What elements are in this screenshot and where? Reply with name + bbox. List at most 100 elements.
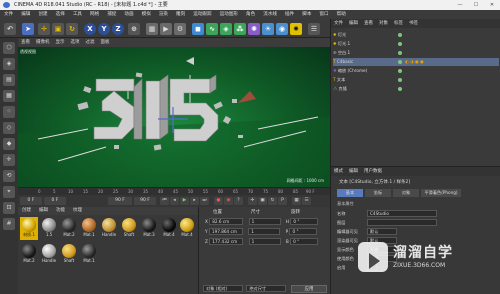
cube-icon[interactable]: ◼ <box>192 23 204 35</box>
workplane-icon[interactable]: ▦ <box>3 90 15 102</box>
make-editable-icon[interactable]: ⬡ <box>3 42 15 54</box>
coordinate-mode-select[interactable]: 对象 (相对) <box>203 285 243 292</box>
visibility-dot[interactable] <box>398 42 402 46</box>
viewport-menu-item[interactable]: 查看 <box>18 40 33 45</box>
deformer-icon[interactable]: ✺ <box>248 23 260 35</box>
size-mode-select[interactable]: 绝对尺寸 <box>246 285 287 292</box>
scale-key-icon[interactable]: ▣ <box>258 197 267 205</box>
lock-icon[interactable]: ⊡ <box>3 202 15 214</box>
menu-item[interactable]: 角色 <box>242 10 259 19</box>
menu-item[interactable]: 渲染 <box>155 10 172 19</box>
render-settings-icon[interactable]: ⚙ <box>174 23 186 35</box>
material-swatch[interactable]: Mat.1 <box>80 243 98 266</box>
material-swatch[interactable]: Mat.2 <box>60 217 78 240</box>
position-z-field[interactable]: 177.432 cm <box>209 238 244 245</box>
position-key-icon[interactable]: ✛ <box>248 197 257 205</box>
size-z-field[interactable]: 1 <box>248 238 281 245</box>
object-row[interactable]: ✹ 灯光 <box>333 31 499 39</box>
go-end-icon[interactable]: ⏭ <box>200 197 209 205</box>
viewport-menu-item[interactable]: 显示 <box>53 40 68 45</box>
array-icon[interactable]: ⁂ <box>234 23 246 35</box>
tweak-icon[interactable]: ⟲ <box>3 170 15 182</box>
viewport-menu-item[interactable]: 选项 <box>68 40 83 45</box>
y-axis-button[interactable]: Y <box>98 23 110 35</box>
material-swatch[interactable]: 1.5 <box>40 217 58 240</box>
preview-end-field[interactable]: 90 F <box>134 197 156 205</box>
menu-item[interactable]: 选择 <box>52 10 69 19</box>
minimize-button[interactable]: — <box>452 0 468 10</box>
material-swatch[interactable]: Handle <box>40 243 58 266</box>
viewport-menu-item[interactable]: 面板 <box>98 40 113 45</box>
name-field[interactable]: C4Studio <box>367 210 437 217</box>
menu-item[interactable]: 文件 <box>0 10 17 19</box>
menu-item[interactable]: 模拟 <box>138 10 155 19</box>
model-mode-icon[interactable]: ◈ <box>3 58 15 70</box>
perspective-viewport[interactable]: 透视视图 网格间距: 1000 cm <box>18 47 330 187</box>
attribute-menu-item[interactable]: 模式 <box>331 169 346 174</box>
render-region-icon[interactable]: ▦ <box>146 23 158 35</box>
visibility-dot[interactable] <box>398 33 402 37</box>
spline-icon[interactable]: ∿ <box>206 23 218 35</box>
object-row-selected[interactable]: T C4basic ◐ ◑ ● ● <box>333 58 499 66</box>
axis-mode-icon[interactable]: ✛ <box>3 154 15 166</box>
menu-item[interactable]: 运动跟踪 <box>189 10 215 19</box>
size-x-field[interactable]: 1 <box>248 218 281 225</box>
material-swatch[interactable]: Shaft <box>60 243 78 266</box>
material-swatch[interactable]: 材质.1 <box>20 217 38 240</box>
menu-item[interactable]: 运动图形 <box>216 10 242 19</box>
pla-key-icon[interactable]: ▦ <box>292 197 301 205</box>
menu-item[interactable]: 帮助 <box>333 10 350 19</box>
menu-item[interactable]: 流水线 <box>259 10 281 19</box>
menu-item[interactable]: 动画 <box>120 10 137 19</box>
tab-coord[interactable]: 坐标 <box>365 189 391 197</box>
layer-field[interactable] <box>367 219 437 226</box>
menu-item[interactable]: 网格 <box>86 10 103 19</box>
menu-item[interactable]: 插件 <box>281 10 298 19</box>
rotation-b-field[interactable]: 0 ° <box>290 238 319 245</box>
timeline-menu-icon[interactable]: ☰ <box>302 197 311 205</box>
attribute-menu-item[interactable]: 编辑 <box>346 169 361 174</box>
material-tag-icons[interactable]: ◐ ◑ ● ● <box>405 58 424 66</box>
current-frame-field[interactable]: 0 F <box>44 197 66 205</box>
tab-object[interactable]: 对象 <box>393 189 419 197</box>
object-row[interactable]: T 文本 <box>333 76 499 84</box>
points-mode-icon[interactable]: ⁘ <box>3 106 15 118</box>
apply-button[interactable]: 应用 <box>291 285 327 293</box>
coordinate-system-icon[interactable]: ⊕ <box>128 23 140 35</box>
object-menu-item[interactable]: 标签 <box>391 21 406 26</box>
x-axis-button[interactable]: X <box>84 23 96 35</box>
move-icon[interactable]: ✛ <box>38 23 50 35</box>
start-frame-field[interactable]: 0 F <box>20 197 42 205</box>
maximize-button[interactable]: ☐ <box>468 0 484 10</box>
scale-icon[interactable]: ▣ <box>52 23 64 35</box>
material-swatch[interactable]: Mat.4 <box>178 217 196 240</box>
visibility-dot[interactable] <box>398 87 402 91</box>
object-row[interactable]: ✺ 缩放 (Chrome) <box>333 67 499 75</box>
undo-icon[interactable]: ↶ <box>4 23 16 35</box>
object-row[interactable]: ⁂ 克隆 <box>333 85 499 93</box>
tab-basic[interactable]: 基本 <box>337 189 363 197</box>
material-menu-item[interactable]: 功能 <box>52 208 69 213</box>
visibility-dot[interactable] <box>398 51 402 55</box>
viewport-menu-item[interactable]: 摄像机 <box>33 40 53 45</box>
visibility-dot[interactable] <box>398 78 402 82</box>
visibility-dot[interactable] <box>398 60 402 64</box>
size-y-field[interactable]: 1 <box>248 228 281 235</box>
parameter-key-icon[interactable]: P <box>278 197 287 205</box>
snap-icon[interactable]: ⌖ <box>3 186 15 198</box>
material-swatch[interactable]: Mat.1 <box>80 217 98 240</box>
rotation-h-field[interactable]: 0 ° <box>290 218 319 225</box>
object-menu-item[interactable]: 编辑 <box>346 21 361 26</box>
viewport-menu-item[interactable]: 过滤 <box>83 40 98 45</box>
rotation-key-icon[interactable]: ↻ <box>268 197 277 205</box>
rotate-icon[interactable]: ↻ <box>66 23 78 35</box>
material-swatch[interactable]: Mat.4 <box>160 217 178 240</box>
visibility-dot[interactable] <box>398 69 402 73</box>
object-menu-item[interactable]: 对象 <box>376 21 391 26</box>
object-row[interactable]: ✹ 灯光.1 <box>333 40 499 48</box>
record-icon[interactable]: ● <box>214 197 223 205</box>
close-button[interactable]: ✕ <box>484 0 500 10</box>
menu-item[interactable]: 创建 <box>34 10 51 19</box>
menu-item[interactable]: 脚本 <box>298 10 315 19</box>
grid-icon[interactable]: # <box>3 218 15 230</box>
